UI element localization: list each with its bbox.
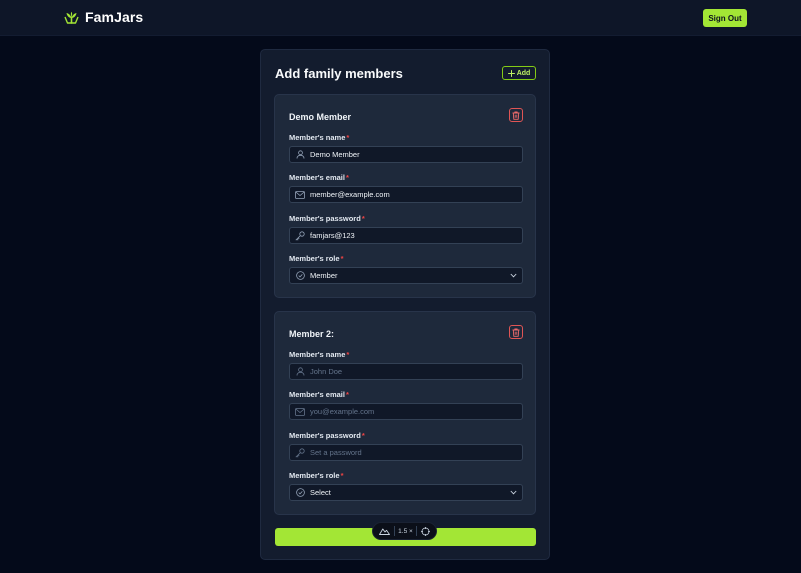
sign-out-button[interactable]: Sign Out	[703, 9, 747, 27]
member-card-title: Demo Member	[289, 112, 352, 122]
password-input[interactable]: famjars@123	[289, 227, 523, 244]
chevron-down-icon	[509, 273, 517, 278]
email-input[interactable]: you@example.com	[289, 403, 523, 420]
zoom-separator	[416, 526, 418, 536]
add-member-button[interactable]: Add	[502, 66, 536, 80]
check-circle-icon	[295, 488, 305, 497]
zoom-separator	[393, 526, 395, 536]
user-icon	[296, 367, 304, 376]
password-placeholder: Set a password	[310, 448, 362, 457]
password-input[interactable]: Set a password	[289, 444, 523, 461]
email-value: member@example.com	[310, 190, 390, 199]
password-value: famjars@123	[310, 231, 355, 240]
name-input[interactable]: John Doe	[289, 363, 523, 380]
name-placeholder: John Doe	[310, 367, 343, 376]
role-value: Select	[310, 488, 331, 497]
role-select[interactable]: Select	[289, 484, 523, 501]
password-label: Member's password*	[289, 214, 365, 223]
email-input[interactable]: member@example.com	[289, 186, 523, 203]
role-label: Member's role*	[289, 254, 344, 263]
brand-logo[interactable]: FamJars	[64, 9, 143, 25]
email-label: Member's email*	[289, 173, 349, 182]
mail-icon	[295, 407, 305, 416]
mountain-icon[interactable]	[379, 527, 390, 535]
zoom-control: 1.5 ×	[372, 522, 437, 540]
jar-plant-icon	[64, 11, 79, 24]
name-label: Member's name*	[289, 133, 350, 142]
password-label: Member's password*	[289, 431, 365, 440]
email-placeholder: you@example.com	[310, 407, 375, 416]
add-family-members-panel: Add family members Add Demo Member Membe…	[260, 49, 550, 560]
chevron-down-icon	[509, 490, 517, 495]
check-circle-icon	[295, 271, 305, 280]
key-icon	[295, 230, 305, 240]
brand-name: FamJars	[85, 9, 144, 25]
target-icon[interactable]	[420, 526, 430, 536]
trash-icon	[512, 111, 520, 120]
panel-title: Add family members	[275, 66, 403, 81]
plus-icon	[507, 69, 515, 77]
name-value: Demo Member	[310, 150, 360, 159]
mail-icon	[295, 190, 305, 199]
member-card-2: Member 2: Member's name* John Doe Member…	[274, 311, 536, 515]
delete-member-button[interactable]	[509, 108, 523, 122]
member-card-title: Member 2:	[289, 329, 335, 339]
delete-member-button[interactable]	[509, 325, 523, 339]
member-card-1: Demo Member Member's name* Demo Member M…	[274, 94, 536, 298]
user-icon	[296, 150, 304, 159]
name-label: Member's name*	[289, 350, 350, 359]
role-value: Member	[310, 271, 338, 280]
email-label: Member's email*	[289, 390, 349, 399]
name-input[interactable]: Demo Member	[289, 146, 523, 163]
role-label: Member's role*	[289, 471, 344, 480]
add-member-label: Add	[516, 69, 531, 77]
key-icon	[295, 447, 305, 457]
zoom-level[interactable]: 1.5 ×	[398, 528, 413, 535]
role-select[interactable]: Member	[289, 267, 523, 284]
top-bar: FamJars Sign Out	[0, 0, 801, 36]
trash-icon	[512, 328, 520, 337]
